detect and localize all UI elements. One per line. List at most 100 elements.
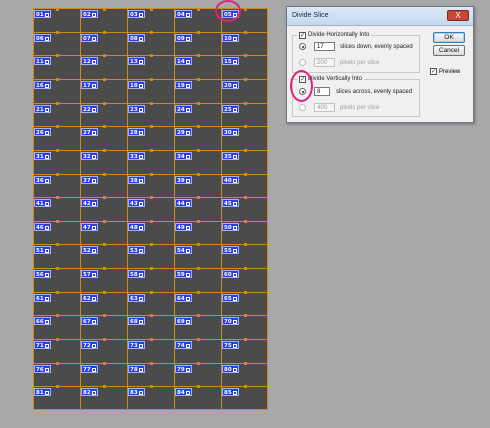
cancel-button[interactable]: Cancel [433,45,465,56]
slice-handle[interactable] [103,125,106,128]
slice-handle[interactable] [150,220,153,223]
slice-badge[interactable]: 59 [175,270,192,278]
slice-handle[interactable] [244,385,247,388]
slice-badge[interactable]: 64 [175,294,192,302]
slice-badge[interactable]: 12 [81,57,98,65]
slice-handle[interactable] [56,31,59,34]
slice-badge[interactable]: 45 [222,199,239,207]
slice-handle[interactable] [197,173,200,176]
slice-badge[interactable]: 83 [128,388,145,396]
slice-badge[interactable]: 67 [81,317,98,325]
slice-badge[interactable]: 48 [128,223,145,231]
slice-handle[interactable] [150,314,153,317]
slice-badge[interactable]: 75 [222,341,239,349]
horizontal-checkbox[interactable]: ✓ [299,32,306,39]
slice-handle[interactable] [244,362,247,365]
slice-badge[interactable]: 69 [175,317,192,325]
slice-badge[interactable]: 82 [81,388,98,396]
slice-handle[interactable] [197,125,200,128]
slice-handle[interactable] [150,338,153,341]
slice-handle[interactable] [197,220,200,223]
slice-handle[interactable] [197,8,200,11]
slice-badge[interactable]: 13 [128,57,145,65]
slice-badge[interactable]: 77 [81,365,98,373]
slice-handle[interactable] [56,8,59,11]
slice-handle[interactable] [150,362,153,365]
slice-badge[interactable]: 46 [34,223,51,231]
slice-handle[interactable] [244,31,247,34]
slice-handle[interactable] [244,125,247,128]
slice-badge[interactable]: 10 [222,34,239,42]
slice-badge[interactable]: 56 [34,270,51,278]
slice-handle[interactable] [150,149,153,152]
slice-badge[interactable]: 68 [128,317,145,325]
slice-badge[interactable]: 39 [175,176,192,184]
slice-badge[interactable]: 65 [222,294,239,302]
slice-badge[interactable]: 11 [34,57,51,65]
slice-badge[interactable]: 73 [128,341,145,349]
slice-badge[interactable]: 74 [175,341,192,349]
vertical-pixels-radio[interactable] [299,104,306,111]
slice-handle[interactable] [150,196,153,199]
slice-handle[interactable] [103,102,106,105]
slice-handle[interactable] [103,385,106,388]
slice-badge[interactable]: 24 [175,105,192,113]
slice-handle[interactable] [244,78,247,81]
slice-handle[interactable] [244,102,247,105]
slice-badge[interactable]: 30 [222,128,239,136]
horizontal-pixels-radio[interactable] [299,59,306,66]
slice-handle[interactable] [103,291,106,294]
slice-handle[interactable] [103,173,106,176]
vertical-pixels-input[interactable]: 400 [314,103,335,112]
slice-badge[interactable]: 41 [34,199,51,207]
slice-handle[interactable] [197,291,200,294]
slice-badge[interactable]: 20 [222,81,239,89]
slice-handle[interactable] [103,362,106,365]
slice-handle[interactable] [197,31,200,34]
slice-badge[interactable]: 51 [34,246,51,254]
slice-badge[interactable]: 52 [81,246,98,254]
slice-handle[interactable] [56,173,59,176]
slice-badge[interactable]: 07 [81,34,98,42]
slice-badge[interactable]: 53 [128,246,145,254]
slice-handle[interactable] [197,362,200,365]
slice-handle[interactable] [197,78,200,81]
slice-badge[interactable]: 21 [34,105,51,113]
slice-handle[interactable] [103,220,106,223]
slice-handle[interactable] [197,267,200,270]
slice-handle[interactable] [197,102,200,105]
slice-handle[interactable] [56,196,59,199]
slice-handle[interactable] [244,220,247,223]
slice-handle[interactable] [150,102,153,105]
slice-badge[interactable]: 54 [175,246,192,254]
slice-handle[interactable] [103,8,106,11]
slice-badge[interactable]: 34 [175,152,192,160]
slice-handle[interactable] [56,102,59,105]
slice-handle[interactable] [103,31,106,34]
slice-badge[interactable]: 31 [34,152,51,160]
slice-handle[interactable] [103,243,106,246]
slice-handle[interactable] [56,338,59,341]
slice-badge[interactable]: 02 [81,10,98,18]
slice-handle[interactable] [56,54,59,57]
slice-badge[interactable]: 58 [128,270,145,278]
slice-handle[interactable] [103,267,106,270]
slice-badge[interactable]: 22 [81,105,98,113]
slice-handle[interactable] [150,78,153,81]
slice-handle[interactable] [197,338,200,341]
slice-badge[interactable]: 01 [34,10,51,18]
slice-handle[interactable] [197,314,200,317]
slice-badge[interactable]: 40 [222,176,239,184]
slice-badge[interactable]: 50 [222,223,239,231]
slice-handle[interactable] [56,314,59,317]
slice-badge[interactable]: 85 [222,388,239,396]
slice-handle[interactable] [197,149,200,152]
slice-handle[interactable] [56,149,59,152]
slice-badge[interactable]: 17 [81,81,98,89]
slice-handle[interactable] [103,149,106,152]
slice-badge[interactable]: 44 [175,199,192,207]
slice-canvas[interactable]: 01 02 03 04 05 06 07 08 09 10 11 12 13 14 15 16 17 18 19 20… [33,8,268,410]
slice-handle[interactable] [197,243,200,246]
slice-handle[interactable] [150,243,153,246]
slice-handle[interactable] [244,243,247,246]
